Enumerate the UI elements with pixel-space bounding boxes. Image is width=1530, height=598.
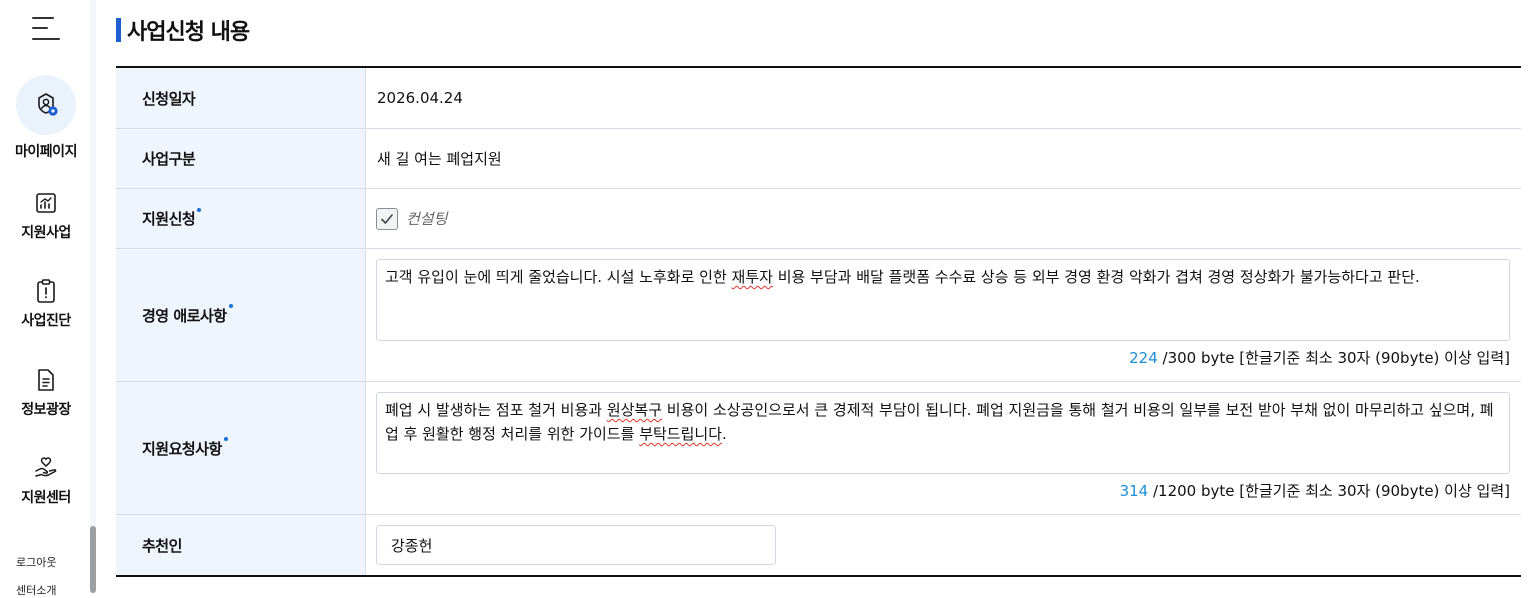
difficulties-label: 경영 애로사항 <box>116 249 366 381</box>
required-dot <box>197 207 202 212</box>
business-type-value: 새 길 여는 폐업지원 <box>377 150 502 168</box>
sidebar-item-mypage[interactable]: 마이페이지 <box>0 75 92 161</box>
consulting-checkbox[interactable] <box>376 207 398 230</box>
section-heading: 사업신청 내용 <box>116 16 250 45</box>
required-dot <box>228 304 233 308</box>
request-textarea[interactable]: 폐업 시 발생하는 점포 철거 비용과 원상복구 비용이 소상공인으로서 큰 경… <box>376 392 1510 474</box>
document-icon <box>0 367 92 393</box>
recommender-row: 추천인 강종헌 <box>116 515 1521 575</box>
request-text-part: . <box>722 425 727 443</box>
application-form-table: 신청일자 2026.04.24 사업구분 새 길 여는 폐업지원 지원신청 컨설… <box>116 66 1521 577</box>
page-title: 사업신청 내용 <box>127 20 250 45</box>
business-type-label-text: 사업구분 <box>142 150 196 168</box>
byte-count-value: 224 <box>1129 349 1158 367</box>
apply-date-label-text: 신청일자 <box>142 89 196 108</box>
recommender-cell: 강종헌 <box>366 515 1521 575</box>
support-apply-label-text: 지원신청 <box>142 210 196 228</box>
request-row: 지원요청사항 폐업 시 발생하는 점포 철거 비용과 원상복구 비용이 소상공인… <box>116 382 1521 515</box>
business-type-label: 사업구분 <box>116 129 366 188</box>
difficulties-label-text: 경영 애로사항 <box>142 306 227 325</box>
center-intro-link[interactable]: 센터소개 <box>16 582 56 598</box>
support-apply-label: 지원신청 <box>116 189 366 248</box>
difficulties-row: 경영 애로사항 고객 유입이 눈에 띄게 줄었습니다. 시설 노후화로 인한 재… <box>116 249 1521 382</box>
consulting-checkbox-label: 컨설팅 <box>406 210 448 228</box>
sidebar-item-diagnosis[interactable]: 사업진단 <box>0 278 92 330</box>
request-byte-counter: 314 /1200 byte [한글기준 최소 30자 (90byte) 이상 … <box>376 480 1510 501</box>
section-accent-bar <box>116 18 121 42</box>
spellcheck-word: 부탁드립니다 <box>639 425 722 443</box>
difficulties-cell: 고객 유입이 눈에 띄게 줄었습니다. 시설 노후화로 인한 재투자 비용 부담… <box>366 249 1521 381</box>
difficulties-textarea[interactable]: 고객 유입이 눈에 띄게 줄었습니다. 시설 노후화로 인한 재투자 비용 부담… <box>376 259 1510 341</box>
difficulties-text-part: 고객 유입이 눈에 띄게 줄었습니다. 시설 노후화로 인한 <box>385 268 732 286</box>
byte-count-value: 314 <box>1119 482 1149 500</box>
sidebar-item-label: 마이페이지 <box>15 144 77 160</box>
support-apply-row: 지원신청 컨설팅 <box>116 189 1521 249</box>
recommender-input[interactable]: 강종헌 <box>376 525 776 565</box>
menu-icon[interactable] <box>30 15 62 43</box>
business-type-cell: 새 길 여는 폐업지원 <box>366 129 1521 188</box>
byte-limit-text: /300 byte [한글기준 최소 30자 (90byte) 이상 입력] <box>1157 349 1510 367</box>
sidebar-item-label: 사업진단 <box>21 313 71 329</box>
spellcheck-word: 재투자 <box>731 268 773 286</box>
hand-heart-icon <box>0 455 92 481</box>
required-dot <box>223 437 228 441</box>
sidebar-item-center[interactable]: 지원센터 <box>0 455 92 507</box>
byte-limit-text: /1200 byte [한글기준 최소 30자 (90byte) 이상 입력] <box>1148 482 1510 500</box>
clipboard-alert-icon <box>0 278 92 304</box>
sidebar-item-info[interactable]: 정보광장 <box>0 367 92 419</box>
sidebar-scrollbar[interactable] <box>90 0 96 593</box>
sidebar-item-label: 지원사업 <box>21 225 71 241</box>
request-label: 지원요청사항 <box>116 382 366 514</box>
chart-icon <box>0 190 92 216</box>
recommender-label: 추천인 <box>116 515 366 575</box>
apply-date-cell: 2026.04.24 <box>366 68 1521 128</box>
business-type-row: 사업구분 새 길 여는 폐업지원 <box>116 129 1521 189</box>
logout-link[interactable]: 로그아웃 <box>16 554 56 570</box>
request-text-part: 폐업 시 발생하는 점포 철거 비용과 <box>385 401 607 419</box>
request-label-text: 지원요청사항 <box>142 439 222 458</box>
apply-date-value: 2026.04.24 <box>377 89 463 107</box>
apply-date-row: 신청일자 2026.04.24 <box>116 68 1521 129</box>
sidebar-item-label: 지원센터 <box>21 490 71 506</box>
sidebar-item-label: 정보광장 <box>21 402 71 418</box>
difficulties-byte-counter: 224 /300 byte [한글기준 최소 30자 (90byte) 이상 입… <box>376 347 1510 368</box>
sidebar: 마이페이지 지원사업 사업진단 정보광장 지원센터 로그아웃 센터소개 <box>0 0 96 597</box>
recommender-label-text: 추천인 <box>142 536 182 555</box>
difficulties-text-part: 비용 부담과 배달 플랫폼 수수료 상승 등 외부 경영 환경 악화가 겹쳐 경… <box>772 268 1420 286</box>
support-apply-cell: 컨설팅 <box>366 189 1521 248</box>
spellcheck-word: 원상복구 <box>606 401 663 419</box>
recommender-input-value: 강종헌 <box>391 536 433 555</box>
apply-date-label: 신청일자 <box>116 68 366 128</box>
sidebar-item-support[interactable]: 지원사업 <box>0 190 92 242</box>
request-cell: 폐업 시 발생하는 점포 철거 비용과 원상복구 비용이 소상공인으로서 큰 경… <box>366 382 1521 514</box>
sidebar-scrollbar-thumb[interactable] <box>90 526 96 593</box>
user-settings-icon <box>16 75 76 135</box>
checkmark-icon <box>381 213 393 224</box>
